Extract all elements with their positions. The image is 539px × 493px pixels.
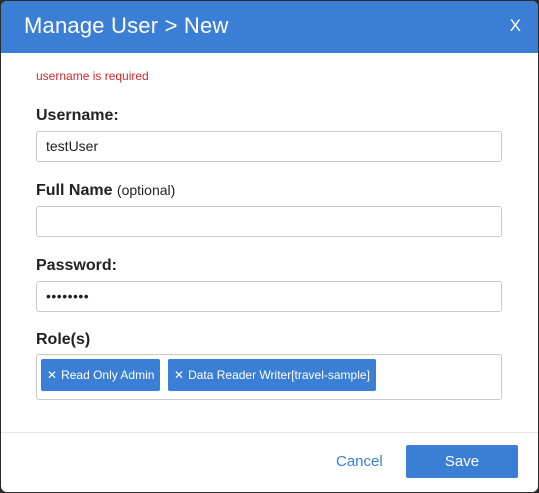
username-label: Username: <box>36 107 119 124</box>
close-button[interactable]: X <box>510 16 521 36</box>
manage-user-dialog: Manage User > New X username is required… <box>1 1 538 492</box>
password-field[interactable]: •••••••• <box>36 281 502 312</box>
dialog-header: Manage User > New X <box>1 1 538 53</box>
role-chip-read-only-admin: ✕ Read Only Admin <box>41 359 161 391</box>
footer-divider <box>1 432 538 433</box>
role-chip-data-reader-writer: ✕ Data Reader Writer[travel-sample] <box>168 359 376 391</box>
password-label: Password: <box>36 257 117 274</box>
roles-input[interactable]: ✕ Read Only Admin ✕ Data Reader Writer[tra… <box>36 354 502 400</box>
roles-label: Role(s) <box>36 331 91 348</box>
error-message: username is required <box>36 69 149 83</box>
dialog-title: Manage User > New <box>24 13 229 38</box>
optional-note: (optional) <box>116 182 176 198</box>
username-field[interactable]: testUser <box>36 131 502 162</box>
remove-role-icon[interactable]: ✕ <box>174 368 184 382</box>
role-chip-label: Data Reader Writer[travel-sample] <box>188 368 370 382</box>
save-button[interactable]: Save <box>406 445 518 478</box>
cancel-button[interactable]: Cancel <box>336 453 383 470</box>
full-name-label-text: Full Name <box>36 182 113 199</box>
full-name-field[interactable] <box>36 206 502 237</box>
full-name-label: Full Name (optional) <box>36 182 175 200</box>
role-chip-label: Read Only Admin <box>61 368 155 382</box>
remove-role-icon[interactable]: ✕ <box>47 368 57 382</box>
